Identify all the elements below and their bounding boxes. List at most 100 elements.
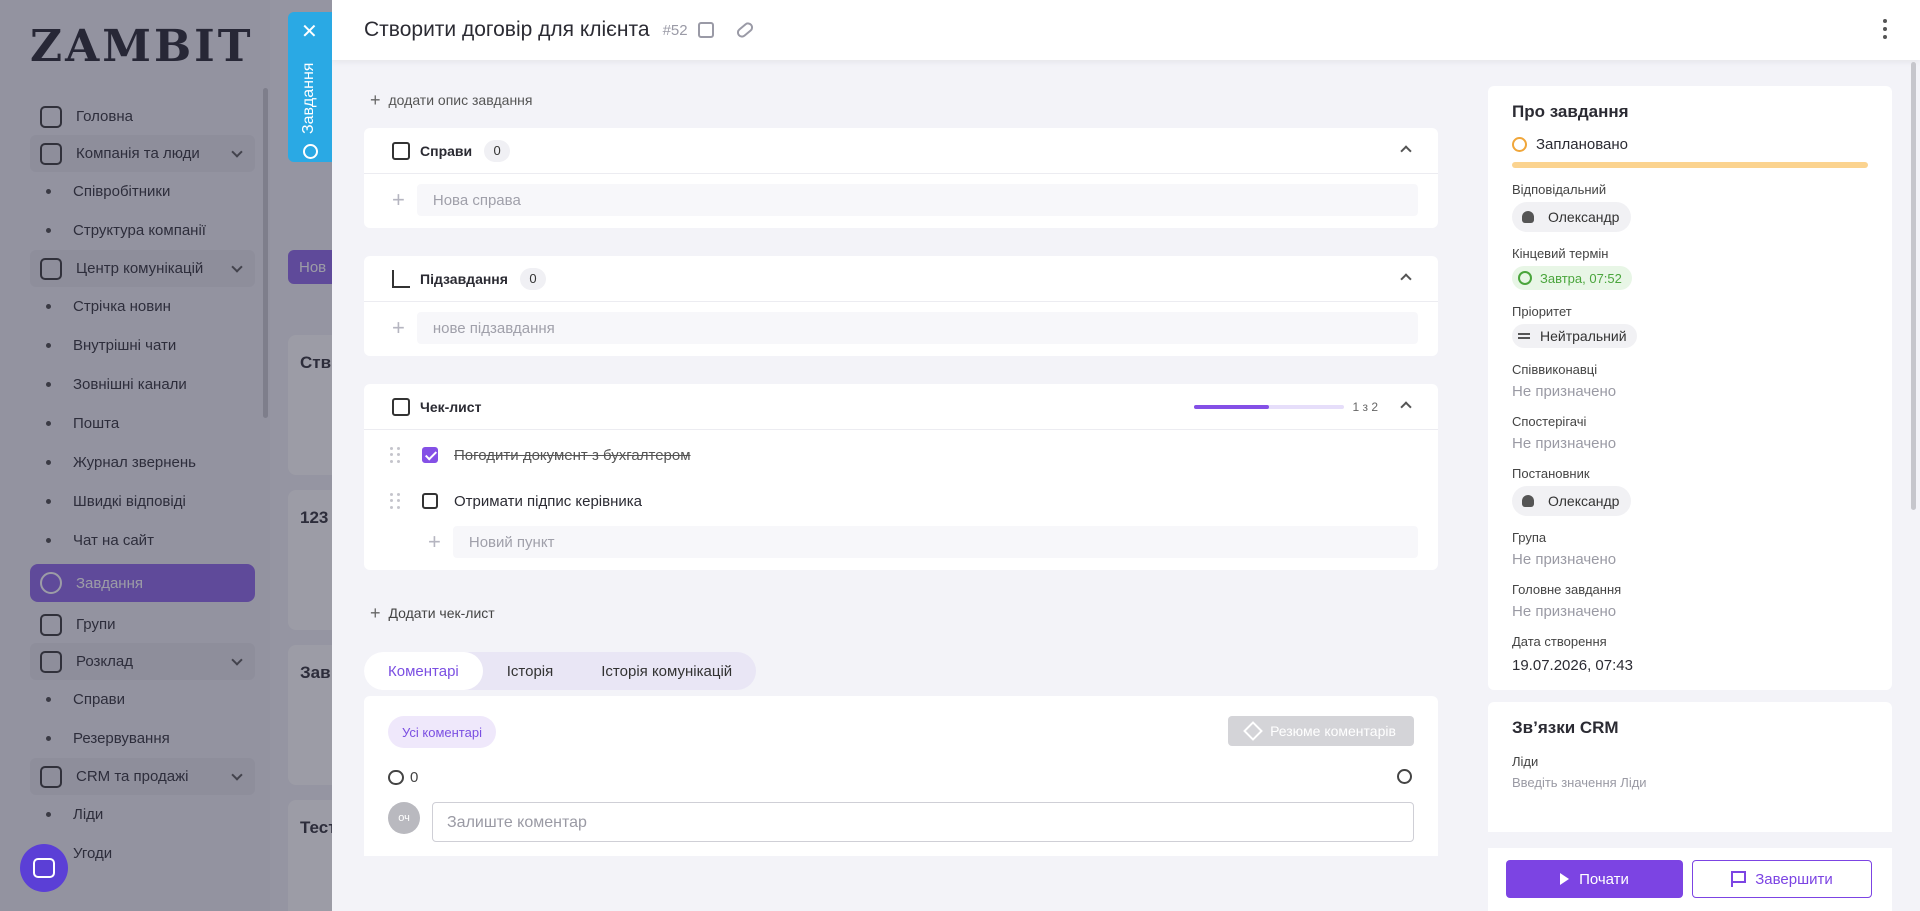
task-main: + додати опис завдання Справи 0 + Нова с… — [364, 60, 1438, 856]
add-checklist-label: Додати чек-лист — [388, 605, 495, 621]
more-menu-icon[interactable] — [1883, 19, 1887, 39]
comment-tabs: Коментарі Історія Історія комунікацій — [364, 652, 757, 690]
finish-button[interactable]: Завершити — [1692, 860, 1872, 898]
responsible-name: Олександр — [1548, 209, 1620, 225]
sparkle-icon — [1243, 721, 1263, 741]
created-value: 19.07.2026, 07:43 — [1512, 657, 1633, 674]
author-label: Постановник — [1512, 466, 1590, 481]
parent-task-label: Головне завдання — [1512, 582, 1622, 597]
subtasks-section: Підзавдання 0 + нове підзавдання — [364, 256, 1438, 356]
deadline-chip[interactable]: Завтра, 07:52 — [1512, 266, 1632, 290]
task-title[interactable]: Створити договір для клієнта — [364, 18, 650, 42]
chevron-up-icon[interactable] — [1400, 401, 1412, 413]
avatar: оч — [388, 802, 420, 834]
priority-chip[interactable]: Нейтральний — [1512, 324, 1637, 348]
checklist-item-text[interactable]: Погодити документ з бухгалтером — [454, 447, 691, 464]
search-icon[interactable] — [1397, 769, 1412, 784]
plus-icon: + — [370, 90, 381, 110]
close-icon[interactable]: ✕ — [301, 22, 318, 42]
chat-icon — [33, 858, 55, 878]
subtasks-icon — [392, 269, 410, 288]
start-button[interactable]: Почати — [1506, 860, 1683, 898]
side-tab-tasks[interactable]: ✕ Завдання — [288, 12, 333, 162]
comment-count-value: 0 — [410, 769, 419, 786]
leads-label: Ліди — [1512, 754, 1539, 769]
affairs-count: 0 — [484, 139, 511, 162]
clock-icon — [1512, 137, 1527, 152]
checklist-progress-text: 1 з 2 — [1352, 400, 1378, 414]
coexecutors-value[interactable]: Не призначено — [1512, 383, 1868, 400]
checklist-progress-bar — [1194, 405, 1344, 409]
comment-input[interactable]: Залиште коментар — [432, 802, 1414, 842]
comment-count: 0 — [388, 769, 418, 786]
about-title: Про завдання — [1512, 102, 1629, 121]
task-details: Про завдання Заплановано Відповідальний … — [1488, 86, 1892, 832]
play-icon — [1560, 873, 1570, 885]
new-affair-input[interactable]: Нова справа — [416, 184, 1418, 216]
plus-icon: + — [370, 603, 381, 623]
priority-value: Нейтральний — [1540, 328, 1627, 344]
comments-block: Усі коментарі Резюме коментарів 0 оч Зал… — [364, 696, 1438, 856]
plus-icon[interactable]: + — [428, 531, 441, 553]
checklist-title: Чек-лист — [420, 398, 482, 415]
tab-history[interactable]: Історія — [483, 652, 578, 690]
panel-scrollbar[interactable] — [1911, 62, 1916, 510]
leads-input[interactable]: Введіть значення Ліди — [1512, 775, 1868, 790]
action-footer: Почати Завершити — [1488, 848, 1892, 911]
checklist-item[interactable]: Погодити документ з бухгалтером — [364, 432, 1418, 478]
chevron-up-icon[interactable] — [1400, 273, 1412, 285]
clock-icon — [303, 144, 318, 159]
copy-icon[interactable] — [697, 22, 714, 38]
checklist-section: Чек-лист 1 з 2 Погодити документ з бухга… — [364, 384, 1438, 570]
status-label: Заплановано — [1536, 136, 1629, 153]
crm-title: Зв’язки CRM — [1512, 718, 1619, 737]
drag-handle-icon[interactable] — [390, 493, 400, 509]
coexecutors-label: Співвиконавці — [1512, 362, 1598, 377]
plus-icon[interactable]: + — [392, 189, 405, 211]
flag-icon — [1731, 871, 1747, 887]
observers-value[interactable]: Не призначено — [1512, 435, 1868, 452]
comments-summary-button[interactable]: Резюме коментарів — [1228, 716, 1414, 746]
finish-label: Завершити — [1755, 870, 1833, 888]
subtasks-header[interactable]: Підзавдання 0 — [364, 256, 1438, 302]
side-tab-label: Завдання — [300, 62, 317, 134]
start-label: Почати — [1579, 870, 1629, 888]
add-checklist-button[interactable]: + Додати чек-лист — [364, 604, 1438, 622]
all-comments-filter[interactable]: Усі коментарі — [388, 716, 496, 748]
subtasks-count: 0 — [519, 267, 546, 290]
checklist-header[interactable]: Чек-лист 1 з 2 — [364, 384, 1438, 430]
support-chat-button[interactable] — [20, 844, 68, 892]
deadline-value: Завтра, 07:52 — [1540, 270, 1622, 286]
tab-comments[interactable]: Коментарі — [364, 652, 483, 690]
checklist-item-text[interactable]: Отримати підпис керівника — [454, 493, 642, 510]
drag-handle-icon[interactable] — [390, 447, 400, 463]
checklist-item[interactable]: Отримати підпис керівника — [364, 478, 1418, 524]
calendar-icon — [392, 141, 410, 160]
responsible-chip[interactable]: Олександр — [1512, 202, 1632, 232]
chevron-up-icon[interactable] — [1400, 145, 1412, 157]
priority-label: Пріоритет — [1512, 304, 1572, 319]
subtasks-title: Підзавдання — [420, 270, 508, 287]
status-bar — [1512, 162, 1868, 168]
new-subtask-input[interactable]: нове підзавдання — [416, 312, 1418, 344]
status[interactable]: Заплановано — [1512, 136, 1868, 153]
author-name: Олександр — [1548, 493, 1620, 509]
group-value[interactable]: Не призначено — [1512, 551, 1868, 568]
affairs-title: Справи — [420, 142, 473, 159]
checklist-checkbox[interactable] — [422, 447, 438, 463]
add-description-label: додати опис завдання — [388, 92, 533, 108]
tab-communication-history[interactable]: Історія комунікацій — [577, 652, 756, 690]
plus-icon[interactable]: + — [392, 317, 405, 339]
add-description-button[interactable]: + додати опис завдання — [364, 90, 1438, 110]
group-label: Група — [1512, 530, 1547, 545]
link-icon[interactable] — [734, 20, 755, 40]
panel-header: Створити договір для клієнта #52 — [332, 0, 1920, 60]
new-checklist-item-input[interactable]: Новий пункт — [452, 526, 1418, 558]
crm-links-card: Зв’язки CRM Ліди Введіть значення Ліди — [1488, 702, 1892, 832]
checklist-checkbox[interactable] — [422, 493, 438, 509]
user-icon — [1522, 211, 1534, 223]
author-chip[interactable]: Олександр — [1512, 486, 1632, 516]
affairs-header[interactable]: Справи 0 — [364, 128, 1438, 174]
parent-task-value[interactable]: Не призначено — [1512, 603, 1868, 620]
clock-icon — [1518, 271, 1532, 285]
